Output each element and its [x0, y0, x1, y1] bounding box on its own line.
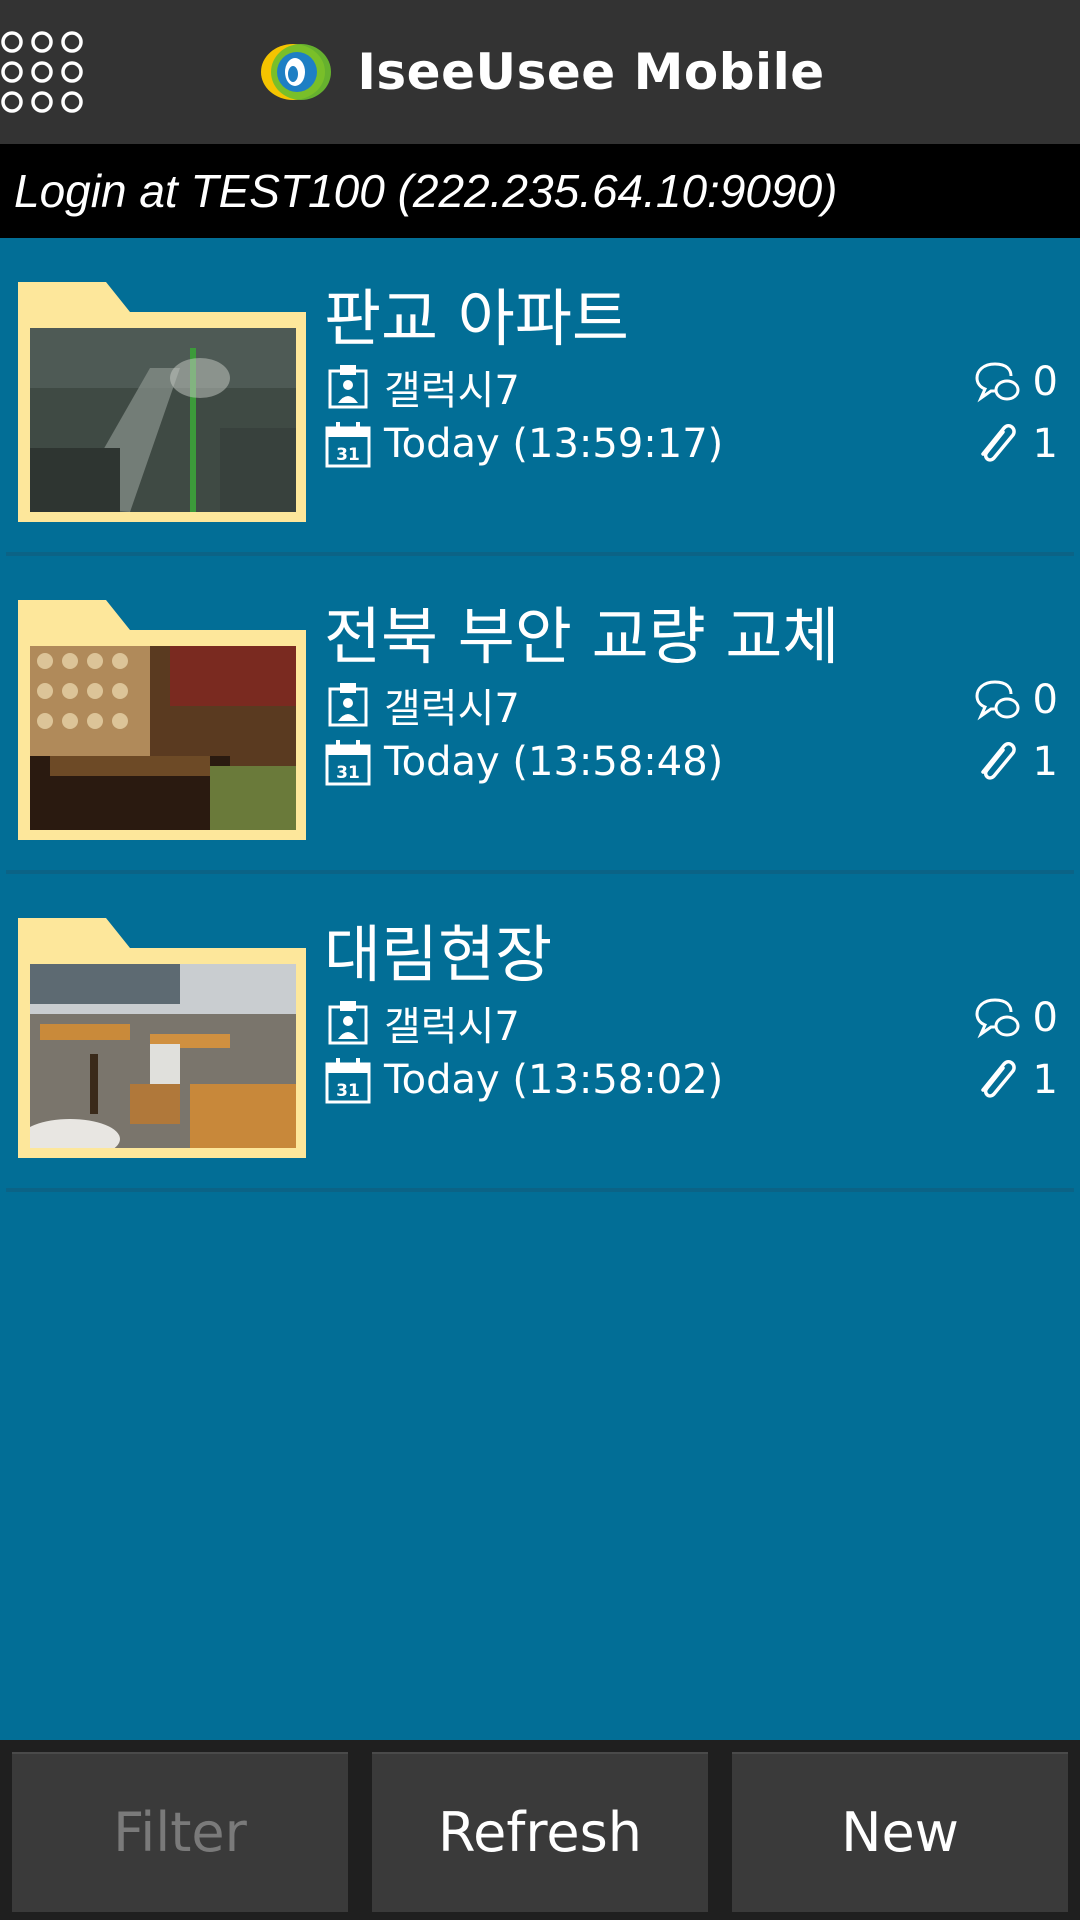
photo-thumbnail	[30, 328, 296, 512]
folder-tab-icon	[18, 600, 306, 640]
author-name: 갤럭시7	[384, 686, 520, 732]
calendar-icon: 31	[325, 1058, 371, 1104]
item-title: 판교 아파트	[324, 282, 629, 355]
attachment-count-value: 1	[1032, 421, 1058, 467]
app-bar: IseeUsee Mobile	[0, 0, 1080, 144]
date-row: 31 Today (13:59:17)	[324, 420, 723, 468]
list-item[interactable]: 판교 아파트 갤럭시7 31 Today (13:59:17) 0 1	[0, 238, 1080, 556]
project-list: 판교 아파트 갤럭시7 31 Today (13:59:17) 0 1 전북 부…	[0, 238, 1080, 1192]
app-logo-icon	[261, 44, 332, 100]
paperclip-icon	[980, 423, 1016, 462]
item-date: Today (13:58:02)	[384, 1057, 724, 1103]
date-row: 31 Today (13:58:02)	[324, 1056, 723, 1104]
attachment-count-value: 1	[1032, 1057, 1058, 1103]
folder-thumbnail	[18, 918, 306, 1158]
id-badge-icon	[328, 683, 368, 727]
attachment-count: 1	[973, 1056, 1058, 1104]
calendar-icon: 31	[325, 740, 371, 786]
folder-tab-icon	[18, 282, 306, 322]
photo-thumbnail	[30, 964, 296, 1148]
divider	[6, 1188, 1074, 1192]
attachment-count: 1	[973, 738, 1058, 786]
login-status-text: Login at TEST100 (222.235.64.10:9090)	[14, 165, 838, 217]
comment-count: 0	[973, 994, 1058, 1042]
comment-count: 0	[973, 358, 1058, 406]
item-date: Today (13:58:48)	[384, 739, 724, 785]
comments-icon	[975, 680, 1020, 721]
svg-text:31: 31	[336, 1081, 360, 1101]
bottom-action-bar: Filter Refresh New	[0, 1740, 1080, 1920]
id-badge-icon	[328, 1001, 368, 1045]
list-item[interactable]: 대림현장 갤럭시7 31 Today (13:58:02) 0 1	[0, 874, 1080, 1192]
brand: IseeUsee Mobile	[255, 38, 824, 106]
date-row: 31 Today (13:58:48)	[324, 738, 723, 786]
comment-count-value: 0	[1032, 359, 1058, 405]
paperclip-icon	[980, 741, 1016, 780]
filter-button[interactable]: Filter	[12, 1752, 348, 1912]
author-name: 갤럭시7	[384, 368, 520, 414]
item-title: 전북 부안 교량 교체	[324, 600, 840, 673]
comments-icon	[975, 362, 1020, 403]
comment-count-value: 0	[1032, 677, 1058, 723]
folder-tab-icon	[18, 918, 306, 958]
calendar-icon: 31	[325, 422, 371, 468]
list-item[interactable]: 전북 부안 교량 교체 갤럭시7 31 Today (13:58:48) 0 1	[0, 556, 1080, 874]
paperclip-icon	[980, 1059, 1016, 1098]
folder-thumbnail	[18, 600, 306, 840]
attachment-count-value: 1	[1032, 739, 1058, 785]
comment-count-value: 0	[1032, 995, 1058, 1041]
svg-text:31: 31	[336, 445, 360, 465]
refresh-button[interactable]: Refresh	[372, 1752, 708, 1912]
author-row: 갤럭시7	[324, 358, 520, 416]
app-title: IseeUsee Mobile	[357, 43, 825, 101]
photo-thumbnail	[30, 646, 296, 830]
item-title: 대림현장	[324, 918, 553, 991]
author-name: 갤럭시7	[384, 1004, 520, 1050]
author-row: 갤럭시7	[324, 994, 520, 1052]
comments-icon	[975, 998, 1020, 1039]
id-badge-icon	[328, 365, 368, 409]
folder-thumbnail	[18, 282, 306, 522]
new-button[interactable]: New	[732, 1752, 1068, 1912]
grid-menu-icon[interactable]	[0, 28, 88, 116]
svg-text:31: 31	[336, 763, 360, 783]
author-row: 갤럭시7	[324, 676, 520, 734]
comment-count: 0	[973, 676, 1058, 724]
attachment-count: 1	[973, 420, 1058, 468]
item-date: Today (13:59:17)	[384, 421, 724, 467]
login-status-bar: Login at TEST100 (222.235.64.10:9090)	[0, 144, 1080, 238]
